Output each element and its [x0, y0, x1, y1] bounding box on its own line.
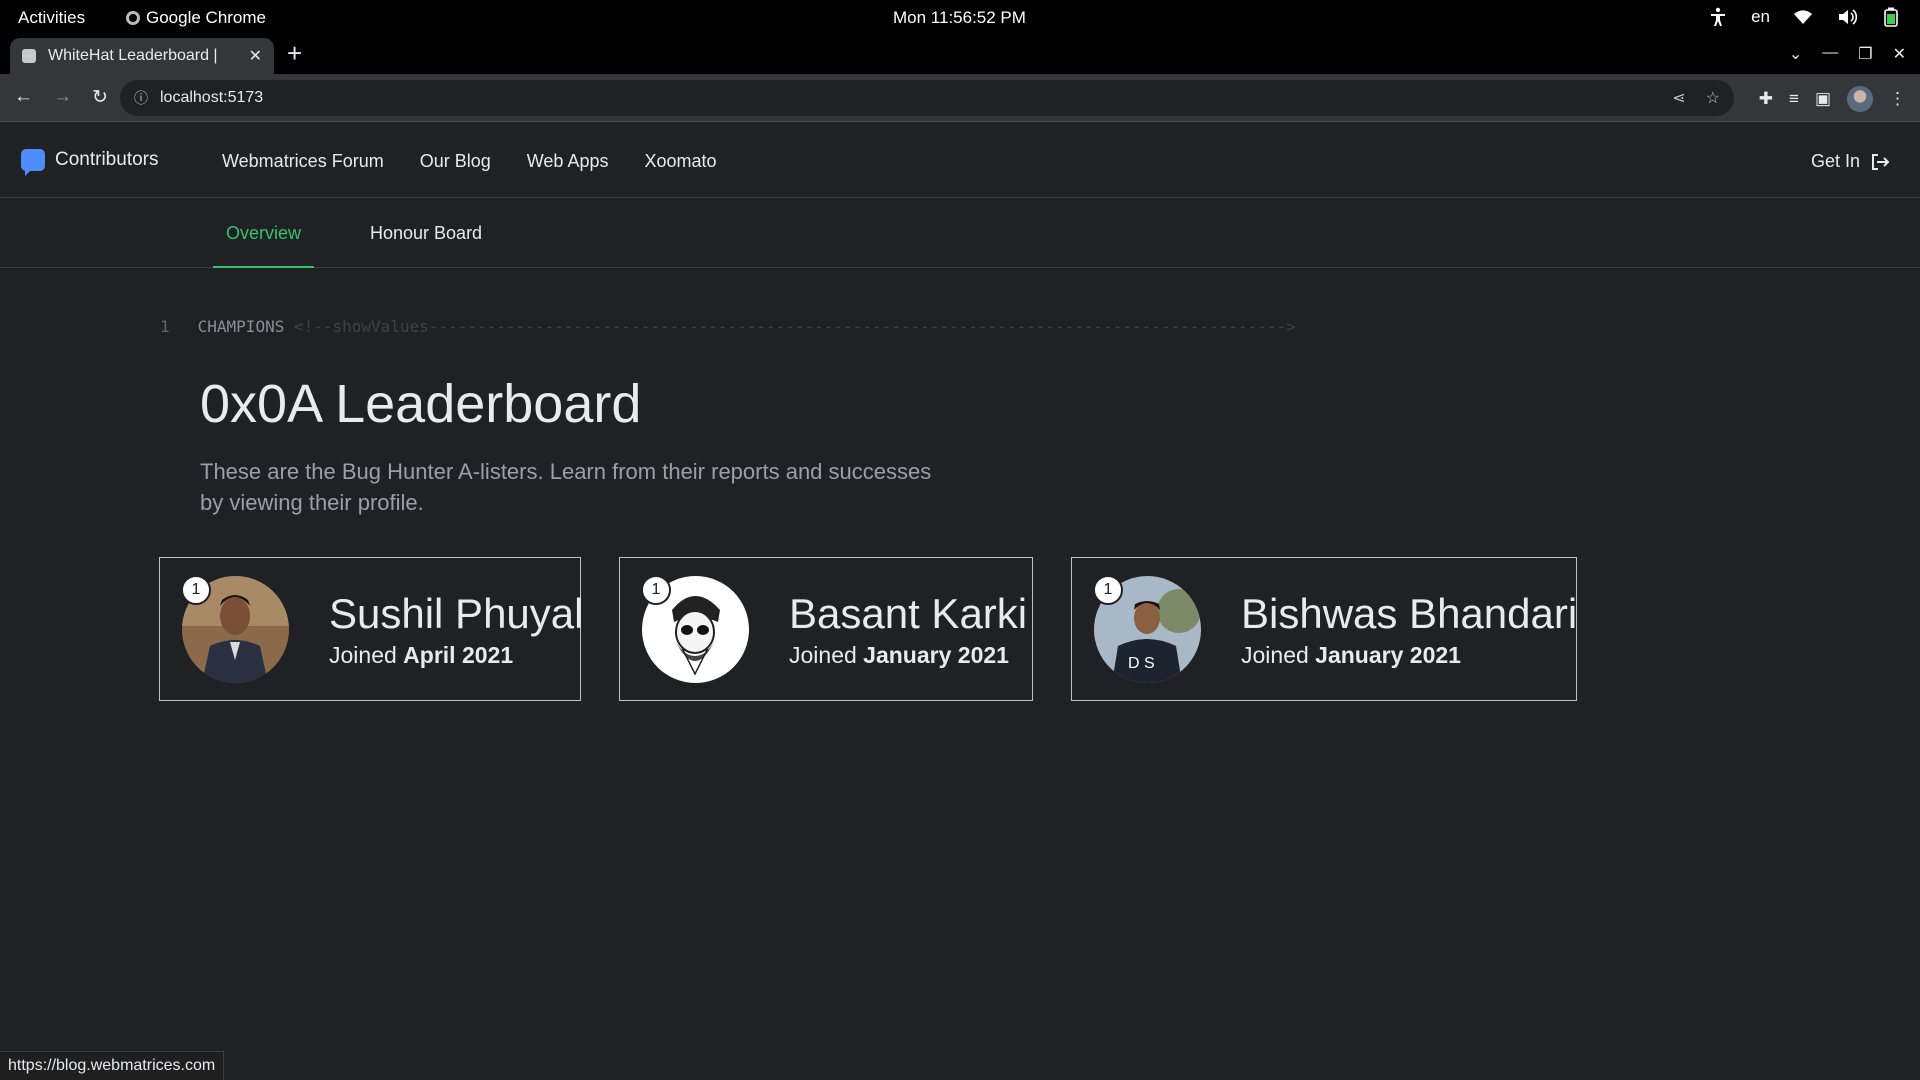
tab-search-icon[interactable]: ⌄: [1789, 44, 1802, 64]
activities-button[interactable]: Activities: [18, 8, 85, 28]
minimize-icon[interactable]: —: [1822, 44, 1838, 64]
champion-card[interactable]: 1 Basant Karki Joined January 2021: [619, 557, 1033, 701]
joined-prefix: Joined: [789, 641, 857, 668]
reload-icon[interactable]: ↻: [92, 86, 108, 109]
line-number: 1: [160, 317, 170, 336]
card-text: Sushil Phuyal Joined April 2021: [329, 590, 583, 669]
close-tab-icon[interactable]: ✕: [249, 46, 262, 66]
sub-nav: Overview Honour Board: [0, 198, 1920, 268]
code-comment: <!--showValues--------------------------…: [293, 317, 1296, 336]
joined-prefix: Joined: [329, 641, 397, 668]
share-icon[interactable]: ⋖: [1672, 88, 1685, 108]
nav-buttons: ← → ↻: [14, 86, 108, 109]
joined-value: April 2021: [403, 641, 514, 668]
new-tab-icon[interactable]: +: [287, 40, 302, 66]
volume-icon[interactable]: [1836, 6, 1858, 28]
clock[interactable]: Mon 11:56:52 PM: [893, 8, 1026, 28]
link-status-bar: https://blog.webmatrices.com: [0, 1051, 225, 1080]
tab-favicon-icon: [22, 49, 36, 63]
nav-link-xoomato[interactable]: Xoomato: [644, 151, 716, 172]
chrome-icon: [126, 11, 140, 25]
system-tray[interactable]: en: [1707, 6, 1902, 28]
extensions-bar: ✚ ≡ ▣ ⋮: [1759, 86, 1906, 112]
get-in-label: Get In: [1810, 151, 1860, 171]
joined-value: January 2021: [1315, 641, 1461, 668]
joined-date: Joined January 2021: [789, 642, 1027, 669]
menu-icon[interactable]: ⋮: [1889, 89, 1906, 109]
avatar-wrap: 1: [641, 574, 749, 683]
card-text: Bishwas Bhandari Joined January 2021: [1241, 590, 1577, 669]
back-icon[interactable]: ←: [14, 86, 33, 109]
code-comment-line: 1 CHAMPIONS <!--showValues--------------…: [160, 317, 1296, 336]
avatar-wrap: 1: [181, 574, 289, 683]
url-text[interactable]: localhost:5173: [160, 89, 1672, 107]
window-controls: ⌄ — ❐ ✕: [1789, 44, 1906, 64]
champion-card[interactable]: D S 1 Bishwas Bhandari Joined January 20…: [1071, 557, 1577, 701]
brand-name: Contributors: [55, 149, 159, 170]
language-indicator[interactable]: en: [1751, 7, 1770, 27]
omnibox-actions: ⋖ ☆: [1672, 88, 1720, 108]
joined-prefix: Joined: [1241, 641, 1309, 668]
champion-name: Bishwas Bhandari: [1241, 589, 1578, 637]
profile-avatar[interactable]: [1847, 86, 1873, 112]
bookmark-star-icon[interactable]: ☆: [1706, 88, 1720, 108]
champion-name: Basant Karki: [789, 589, 1028, 637]
accessibility-icon[interactable]: [1707, 6, 1729, 28]
app-menu[interactable]: Google Chrome: [126, 8, 266, 28]
tab-honour-board[interactable]: Honour Board: [357, 198, 495, 268]
site-info-icon[interactable]: ⓘ: [134, 88, 148, 108]
page: Contributors Webmatrices Forum Our Blog …: [0, 123, 1920, 1080]
close-window-icon[interactable]: ✕: [1893, 44, 1906, 64]
rank-badge: 1: [641, 574, 671, 605]
tab-overview[interactable]: Overview: [213, 198, 315, 268]
system-top-bar: Activities Google Chrome Mon 11:56:52 PM…: [0, 0, 1920, 36]
rank-badge: 1: [181, 574, 211, 605]
forward-icon[interactable]: →: [53, 86, 72, 109]
page-description: These are the Bug Hunter A-listers. Lear…: [200, 459, 932, 515]
app-name: Google Chrome: [146, 8, 267, 27]
browser-toolbar: ← → ↻ ⓘ localhost:5173 ⋖ ☆ ✚ ≡ ▣ ⋮: [0, 74, 1920, 122]
extensions-icon[interactable]: ✚: [1759, 89, 1773, 109]
address-bar[interactable]: ⓘ localhost:5173 ⋖ ☆: [120, 80, 1734, 116]
joined-date: Joined April 2021: [329, 642, 583, 669]
joined-value: January 2021: [863, 641, 1009, 668]
battery-icon[interactable]: [1880, 6, 1902, 28]
card-text: Basant Karki Joined January 2021: [789, 590, 1027, 669]
side-panel-icon[interactable]: ▣: [1815, 89, 1831, 109]
get-in-button[interactable]: Get In: [1811, 151, 1890, 172]
nav-links: Webmatrices Forum Our Blog Web Apps Xoom…: [222, 151, 717, 172]
champion-name: Sushil Phuyal: [329, 589, 584, 637]
rank-badge: 1: [1093, 574, 1123, 605]
site-navbar: Contributors Webmatrices Forum Our Blog …: [0, 123, 1920, 198]
avatar-wrap: D S 1: [1093, 574, 1201, 683]
browser-tab[interactable]: WhiteHat Leaderboard | ✕: [10, 38, 274, 74]
login-icon: [1872, 153, 1890, 170]
wifi-icon[interactable]: [1792, 6, 1814, 28]
brand-link[interactable]: Contributors: [21, 149, 159, 176]
joined-date: Joined January 2021: [1241, 642, 1577, 669]
page-title: 0x0A Leaderboard: [200, 374, 642, 434]
nav-link-blog[interactable]: Our Blog: [420, 151, 491, 172]
reading-list-icon[interactable]: ≡: [1789, 89, 1799, 109]
tab-title: WhiteHat Leaderboard |: [48, 47, 218, 64]
champion-card[interactable]: 1 Sushil Phuyal Joined April 2021: [159, 557, 583, 701]
code-chat-icon: [21, 149, 45, 176]
nav-link-forum[interactable]: Webmatrices Forum: [222, 151, 384, 172]
maximize-icon[interactable]: ❐: [1858, 44, 1872, 64]
champions-label: CHAMPIONS: [197, 317, 285, 336]
nav-link-web-apps[interactable]: Web Apps: [527, 151, 609, 172]
svg-text:D S: D S: [1128, 655, 1155, 672]
